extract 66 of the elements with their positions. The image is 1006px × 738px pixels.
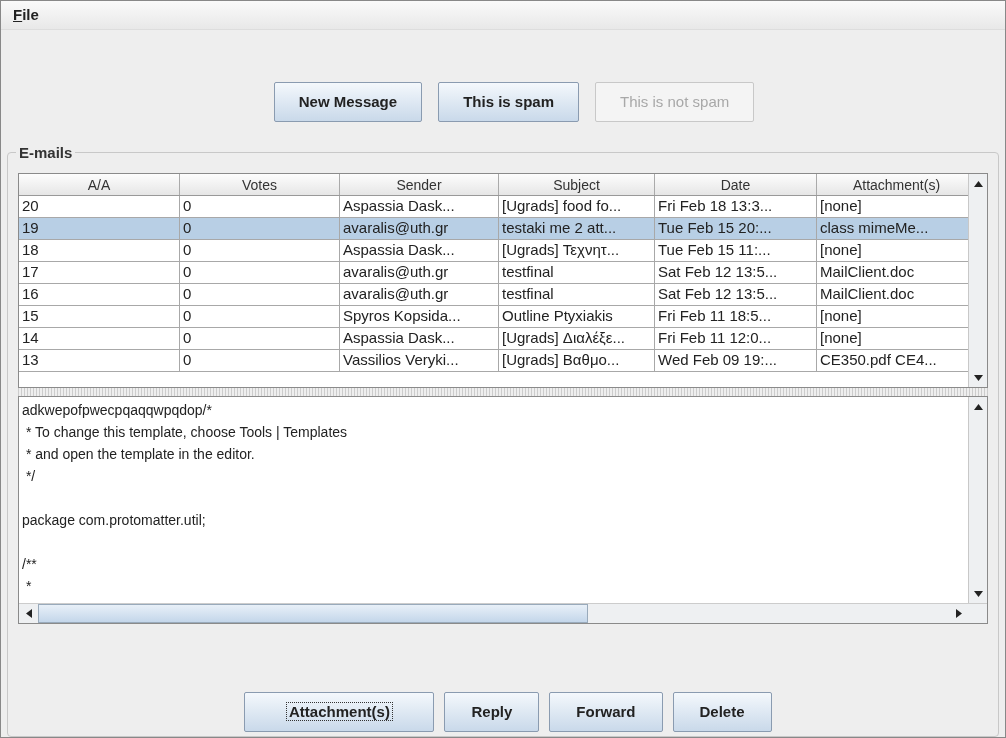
table-cell: Aspassia Dask... (340, 196, 499, 217)
body-scrollbar[interactable] (968, 397, 987, 603)
email-row[interactable]: 16 0 avaralis@uth.gr testfinal Sat Feb 12 13:5... MailClient.doc (19, 284, 969, 306)
email-row[interactable]: 13 0 Vassilios Veryki... [Ugrads] Βαθμο... Wed Feb 09 19:... CE350.pdf CE4... (19, 350, 969, 372)
table-cell: testfinal (499, 284, 655, 305)
email-row[interactable]: 17 0 avaralis@uth.gr testfinal Sat Feb 12 13:5... MailClient.doc (19, 262, 969, 284)
table-cell: 19 (19, 218, 180, 239)
table-cell: Aspassia Dask... (340, 240, 499, 261)
table-cell: 0 (180, 262, 340, 283)
table-cell: 18 (19, 240, 180, 261)
table-cell: [Ugrads] Τεχνητ... (499, 240, 655, 261)
table-cell: 0 (180, 218, 340, 239)
table-cell: Sat Feb 12 13:5... (655, 262, 817, 283)
table-cell: 13 (19, 350, 180, 371)
email-row[interactable]: 14 0 Aspassia Dask... [Ugrads] Διαλέξε... Fri Feb 11 12:0... [none] (19, 328, 969, 350)
table-cell: 17 (19, 262, 180, 283)
email-row[interactable]: 15 0 Spyros Kopsida... Outline Ptyxiakis Fri Feb 11 18:5... [none] (19, 306, 969, 328)
table-cell: avaralis@uth.gr (340, 262, 499, 283)
table-cell: [Ugrads] Βαθμο... (499, 350, 655, 371)
column-header[interactable]: A/A (19, 174, 180, 195)
table-scrollbar[interactable] (968, 174, 987, 387)
column-header[interactable]: Votes (180, 174, 340, 195)
table-cell: Wed Feb 09 19:... (655, 350, 817, 371)
table-cell: 0 (180, 196, 340, 217)
action-button[interactable]: Reply (444, 692, 540, 732)
table-cell: Tue Feb 15 20:... (655, 218, 817, 239)
email-row[interactable]: 18 0 Aspassia Dask... [Ugrads] Τεχνητ... Tue Feb 15 11:... [none] (19, 240, 969, 262)
action-button[interactable]: Attachment(s) (244, 692, 435, 732)
table-cell: testfinal (499, 262, 655, 283)
column-header[interactable]: Subject (499, 174, 655, 195)
table-cell: 0 (180, 284, 340, 305)
table-cell: Fri Feb 18 13:3... (655, 196, 817, 217)
table-cell: 15 (19, 306, 180, 327)
action-button[interactable]: Delete (672, 692, 772, 732)
table-cell: Sat Feb 12 13:5... (655, 284, 817, 305)
email-row[interactable]: 20 0 Aspassia Dask... [Ugrads] food fo... Fri Feb 18 13:3... [none] (19, 196, 969, 218)
table-cell: 0 (180, 306, 340, 327)
table-cell: Fri Feb 11 12:0... (655, 328, 817, 349)
message-text: adkwepofpwecpqaqqwpqdop/* * To change this template, choose Tools | Templates * and open the template in the editor. */ package com.protomatter.util; /** * (22, 401, 348, 596)
table-cell: avaralis@uth.gr (340, 284, 499, 305)
message-body[interactable]: adkwepofpwecpqaqqwpqdop/* * To change this template, choose Tools | Templates * and open the template in the editor. */ package com.protomatter.util; /** * (18, 396, 988, 624)
table-cell: Outline Ptyxiakis (499, 306, 655, 327)
menu-item[interactable]: File (13, 3, 39, 27)
table-cell: testaki me 2 att... (499, 218, 655, 239)
table-cell: 16 (19, 284, 180, 305)
table-cell: 20 (19, 196, 180, 217)
table-cell: Vassilios Veryki... (340, 350, 499, 371)
horizontal-scrollbar[interactable] (19, 603, 987, 623)
table-cell: Aspassia Dask... (340, 328, 499, 349)
table-cell: [Ugrads] Διαλέξε... (499, 328, 655, 349)
action-button[interactable]: Forward (549, 692, 663, 732)
table-cell: Tue Feb 15 11:... (655, 240, 817, 261)
table-cell: [Ugrads] food fo... (499, 196, 655, 217)
table-cell: Spyros Kopsida... (340, 306, 499, 327)
column-header[interactable]: Sender (340, 174, 499, 195)
table-cell: 0 (180, 328, 340, 349)
scroll-thumb[interactable] (38, 604, 588, 623)
toolbar-button[interactable]: This is spam (438, 82, 579, 122)
table-cell: 0 (180, 240, 340, 261)
toolbar-button[interactable]: New Message (273, 82, 423, 122)
column-header[interactable]: Date (655, 174, 817, 195)
table-cell: 0 (180, 350, 340, 371)
table-cell: Fri Feb 11 18:5... (655, 306, 817, 327)
table-cell: avaralis@uth.gr (340, 218, 499, 239)
table-cell: 14 (19, 328, 180, 349)
email-row[interactable]: 19 0 avaralis@uth.gr testaki me 2 att... Tue Feb 15 20:... class mimeMe... (19, 218, 969, 240)
